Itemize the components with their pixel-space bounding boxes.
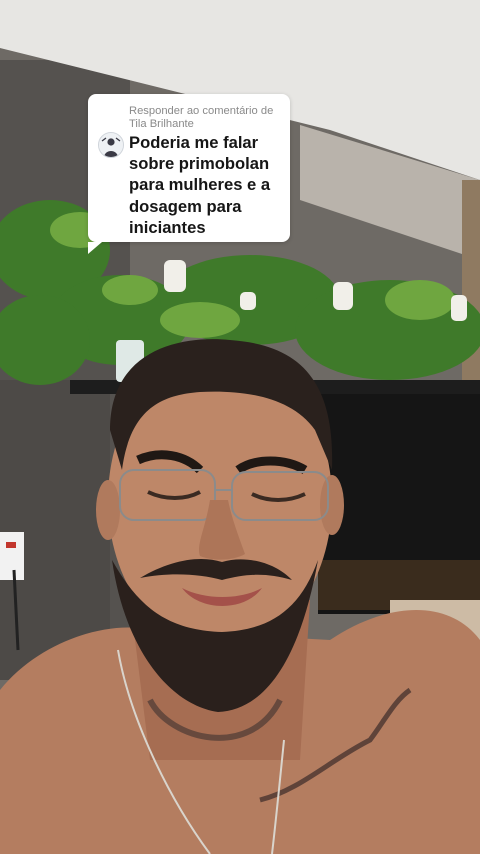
comment-text: Poderia me falar sobre primobolan para m… <box>129 133 271 237</box>
reply-comment-sticker[interactable]: Responder ao comentário de Tila Brilhant… <box>88 94 290 254</box>
user-avatar-icon <box>98 132 124 158</box>
reply-to-comment-header: Responder ao comentário de Tila Brilhant… <box>129 105 274 130</box>
reply-comment-body: Poderia me falar sobre primobolan para m… <box>98 132 280 238</box>
